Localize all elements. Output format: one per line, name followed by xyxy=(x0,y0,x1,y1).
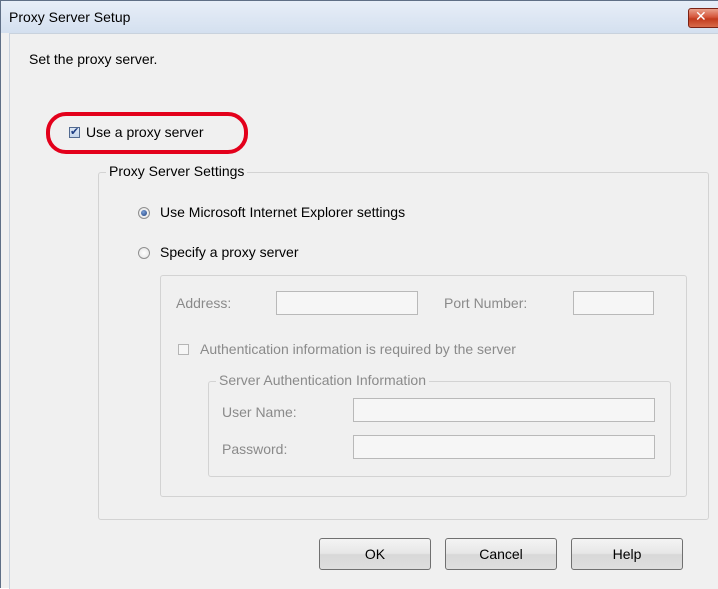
auth-required-label[interactable]: Authentication information is required b… xyxy=(200,341,516,357)
use-proxy-checkbox[interactable] xyxy=(69,125,80,138)
ok-button[interactable]: OK xyxy=(319,538,431,570)
username-input[interactable] xyxy=(353,398,655,422)
title-bar[interactable]: Proxy Server Setup ✕ xyxy=(1,1,718,33)
help-button[interactable]: Help xyxy=(571,538,683,570)
close-button[interactable]: ✕ xyxy=(688,8,718,28)
window-title: Proxy Server Setup xyxy=(9,9,131,25)
radio-specify-proxy[interactable] xyxy=(138,247,150,259)
cancel-button[interactable]: Cancel xyxy=(445,538,557,570)
auth-required-checkbox[interactable] xyxy=(178,344,189,355)
radio-ie-settings[interactable] xyxy=(138,207,150,219)
server-auth-group xyxy=(208,381,671,477)
address-label: Address: xyxy=(176,295,232,311)
proxy-setup-dialog: Proxy Server Setup ✕ Set the proxy serve… xyxy=(0,0,718,589)
password-input[interactable] xyxy=(353,435,655,459)
port-number-label: Port Number: xyxy=(444,295,528,311)
radio-ie-settings-label[interactable]: Use Microsoft Internet Explorer settings xyxy=(160,204,405,220)
port-number-input[interactable] xyxy=(573,291,654,315)
close-icon: ✕ xyxy=(695,9,707,25)
proxy-settings-legend: Proxy Server Settings xyxy=(106,163,248,179)
use-proxy-label[interactable]: Use a proxy server xyxy=(86,124,203,140)
password-label: Password: xyxy=(222,441,288,457)
username-label: User Name: xyxy=(222,404,297,420)
radio-specify-proxy-label[interactable]: Specify a proxy server xyxy=(160,244,299,260)
address-input[interactable] xyxy=(276,291,418,315)
intro-text: Set the proxy server. xyxy=(29,51,158,67)
server-auth-legend: Server Authentication Information xyxy=(216,372,430,388)
